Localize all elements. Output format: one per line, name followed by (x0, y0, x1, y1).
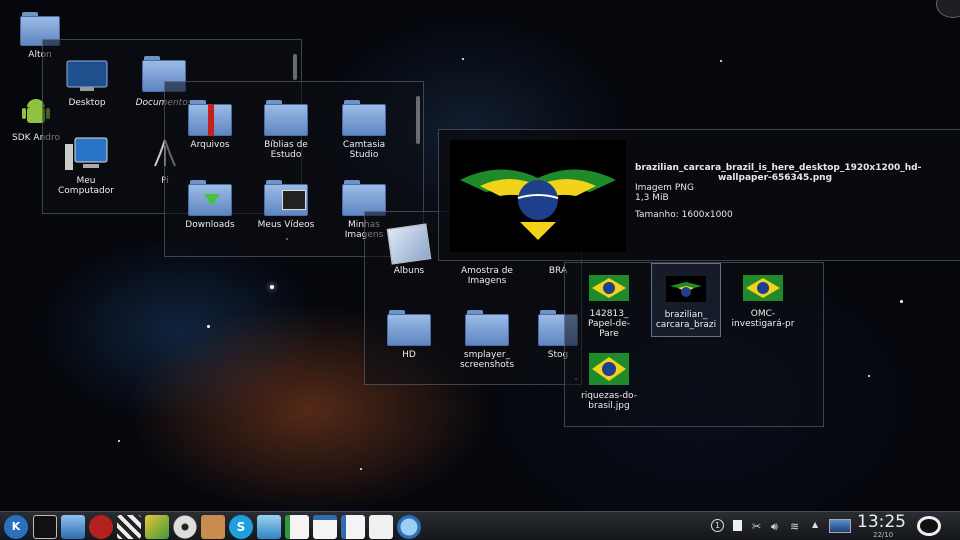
desktop-screen-icon (66, 60, 108, 91)
volume-icon[interactable]: 🔊︎ (771, 520, 778, 534)
inspect-icon[interactable] (397, 515, 421, 539)
file-preview-tooltip: brazilian_carcara_brazil_is_here_desktop… (438, 129, 960, 261)
videos-folder-icon (264, 180, 308, 216)
folder-item-downloads[interactable]: Downloads (179, 180, 241, 230)
computer-icon (65, 137, 108, 170)
clapper-icon[interactable] (117, 515, 141, 539)
preview-filename: brazilian_carcara_brazil_is_here_desktop… (635, 163, 922, 183)
wifi-icon[interactable]: ≋ (790, 520, 799, 533)
star (868, 375, 870, 377)
image-item-carcara[interactable]: brazilian_ carcara_brazi (651, 263, 721, 337)
folder-icon (387, 310, 431, 346)
archive-icon[interactable] (201, 515, 225, 539)
image-item-riquezas[interactable]: riquezas-do- brasil.jpg (575, 353, 643, 411)
red-app-icon[interactable] (89, 515, 113, 539)
star (900, 300, 903, 303)
folder-item-videos[interactable]: Meus Vídeos (255, 180, 317, 230)
archive-folder-icon (188, 100, 232, 136)
skype-icon[interactable]: S (229, 515, 253, 539)
star (720, 60, 722, 62)
downloads-folder-icon (188, 180, 232, 216)
presentation-icon[interactable] (313, 515, 337, 539)
photo-app-icon[interactable] (145, 515, 169, 539)
image-item-papel[interactable]: 142813_ Papel-de-Pare (579, 275, 639, 339)
albums-icon (386, 223, 432, 265)
clock-time[interactable]: 13:25 (857, 512, 906, 532)
star (207, 325, 210, 328)
spreadsheet-icon[interactable] (285, 515, 309, 539)
preview-size: 1,3 MiB (635, 193, 669, 203)
folder-item-hd[interactable]: HD (379, 310, 439, 360)
text-doc-icon[interactable] (369, 515, 393, 539)
star (462, 58, 464, 60)
folder-item-arquivos[interactable]: Arquivos (179, 100, 241, 150)
brazil-flag-thumbnail (589, 275, 629, 301)
scrollbar[interactable] (293, 54, 297, 80)
carcara-thumbnail (666, 276, 706, 302)
star (360, 468, 362, 470)
preview-image (450, 140, 626, 252)
writer-icon[interactable] (341, 515, 365, 539)
star (118, 440, 120, 442)
desktop-pager-icon[interactable] (829, 519, 851, 533)
tray-expand-icon[interactable]: ▲ (812, 520, 818, 529)
clock-date: 22/10 (873, 531, 894, 539)
brazil-flag-thumbnail (743, 275, 783, 301)
mail-icon[interactable] (257, 515, 281, 539)
folder-item-albuns[interactable]: Albuns (379, 223, 439, 276)
brazil-flag-thumbnail (589, 353, 629, 385)
folder-item-desktop[interactable]: Desktop (57, 60, 117, 108)
folder-item-camtasia[interactable]: Camtasia Studio (333, 100, 395, 160)
scissors-icon[interactable]: ✂ (752, 520, 761, 533)
preview-type: Imagem PNG (635, 183, 694, 193)
folder-item-computer[interactable]: Meu Computador (55, 136, 117, 196)
system-settings-icon[interactable] (61, 515, 85, 539)
disc-icon[interactable] (173, 515, 197, 539)
star (270, 285, 274, 289)
folder-item-biblias[interactable]: Bíblias de Estudo (255, 100, 317, 160)
notification-count[interactable]: 1 (711, 519, 724, 532)
folder-item-smplayer[interactable]: smplayer_ screenshots (453, 310, 521, 370)
kde-menu-icon[interactable]: K (4, 515, 28, 539)
preview-dimensions: Tamanho: 1600x1000 (635, 210, 733, 220)
terminal-icon[interactable] (33, 515, 57, 539)
folder-icon (465, 310, 509, 346)
desktop-toolbox-button[interactable] (936, 0, 960, 18)
panel-toolbox-icon[interactable] (917, 516, 941, 536)
folder-view-brazil[interactable]: 142813_ Papel-de-Pare brazilian_ carcara… (564, 262, 824, 427)
scrollbar[interactable] (416, 96, 420, 144)
taskbar: K S 1 ✂ 🔊︎ ≋ ▲ 13:25 22/10 (0, 511, 960, 540)
image-item-omc[interactable]: OMC- investigará-pr (731, 275, 795, 329)
folder-icon (342, 100, 386, 136)
clipboard-icon[interactable] (733, 520, 742, 531)
folder-icon (264, 100, 308, 136)
